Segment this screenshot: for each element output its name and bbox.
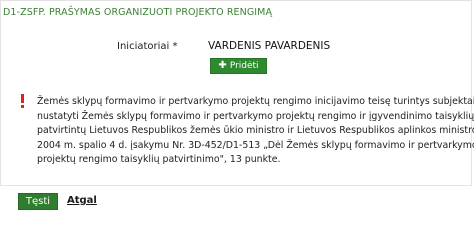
panel-title: D1-ZSFP. PRAŠYMAS ORGANIZUOTI PROJEKTO R… [3, 7, 273, 18]
initiators-label: Iniciatoriai * [117, 41, 178, 52]
warning-line: nustatyti Žemės sklypų formavimo ir pert… [37, 110, 474, 122]
initiator-name: VARDENIS PAVARDENIS [208, 40, 331, 52]
page: D1-ZSFP. PRAŠYMAS ORGANIZUOTI PROJEKTO R… [0, 0, 474, 219]
add-initiator-button[interactable]: ✚ Pridėti [210, 58, 267, 74]
warning-line: projektų rengimo taisyklių patvirtinimo"… [37, 154, 281, 166]
warning-message: Žemės sklypų formavimo ir pertvarkymo pr… [37, 95, 474, 168]
request-panel: D1-ZSFP. PRAŠYMAS ORGANIZUOTI PROJEKTO R… [0, 0, 474, 186]
next-button[interactable]: Tęsti [18, 193, 58, 210]
warning-line: patvirtintų Lietuvos Respublikos žemės ū… [37, 125, 474, 137]
back-link[interactable]: Atgal [67, 195, 97, 206]
warning-line: 2004 m. spalio 4 d. įsakymu Nr. 3D-452/D… [37, 139, 474, 151]
exclamation-icon [20, 94, 25, 108]
plus-icon: ✚ [218, 60, 227, 71]
add-initiator-button-label: Pridėti [229, 61, 259, 71]
warning-line: Žemės sklypų formavimo ir pertvarkymo pr… [37, 96, 474, 107]
